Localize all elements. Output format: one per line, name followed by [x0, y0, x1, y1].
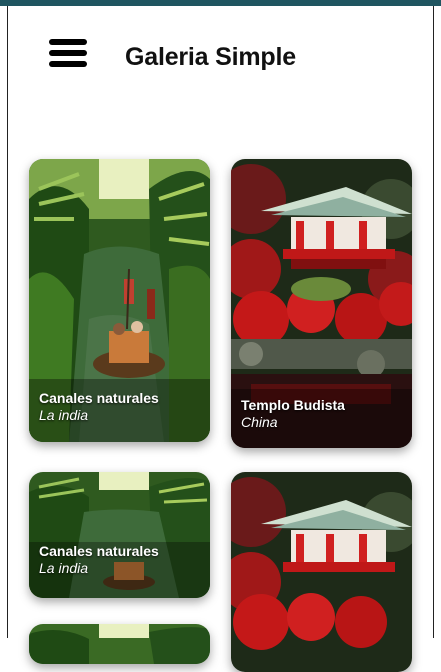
gallery-card-canal-2[interactable]: Canales naturales La india: [29, 472, 210, 598]
page-title: Galeria Simple: [125, 43, 296, 71]
card-subtitle: La india: [39, 407, 89, 423]
gallery-card-temple[interactable]: Templo Budista China: [231, 159, 412, 448]
hamburger-menu-icon[interactable]: [49, 39, 89, 69]
gallery-card-temple-2[interactable]: [231, 472, 412, 672]
frame-right-border: [433, 6, 434, 638]
canal-boat-jungle-photo: [29, 472, 210, 598]
canal-boat-jungle-photo: [29, 624, 210, 664]
gallery-card-canal-3[interactable]: [29, 624, 210, 664]
red-pagoda-temple-photo: [231, 472, 412, 672]
card-subtitle: China: [241, 414, 278, 430]
card-title: Templo Budista: [241, 397, 345, 413]
card-title: Canales naturales: [39, 543, 159, 559]
frame-left-border: [7, 6, 8, 638]
gallery-card-canal[interactable]: Canales naturales La india: [29, 159, 210, 442]
card-subtitle: La india: [39, 560, 89, 576]
card-title: Canales naturales: [39, 390, 159, 406]
top-accent-bar: [0, 0, 441, 6]
